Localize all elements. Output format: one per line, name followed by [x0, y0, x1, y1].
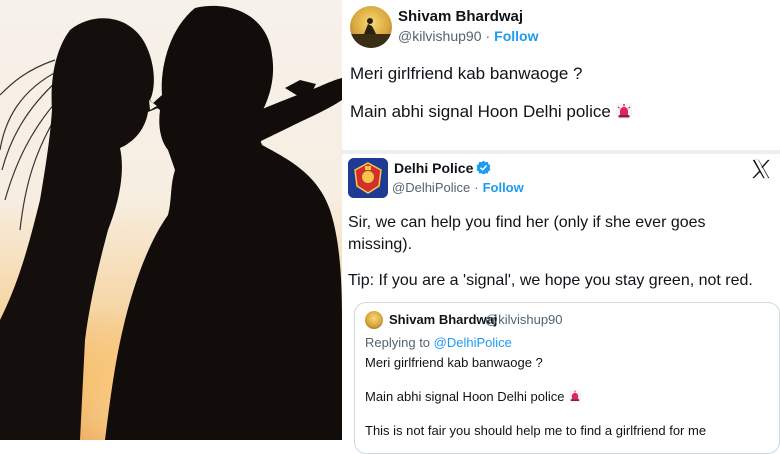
- separator-dot: ·: [474, 180, 479, 195]
- user-avatar[interactable]: [350, 6, 392, 48]
- tweet-line-2: Main abhi signal Hoon Delhi police: [350, 102, 633, 122]
- police-reply-line-1: Sir, we can help you find her (only if s…: [348, 214, 706, 231]
- police-reply-line-3: Tip: If you are a 'signal', we hope you …: [348, 272, 753, 289]
- quoted-line-1: Meri girlfriend kab banwaoge ?: [365, 355, 543, 370]
- quoted-line-3: This is not fair you should help me to f…: [365, 423, 707, 438]
- user-handle-row: @kilvishup90 · Follow: [398, 28, 538, 44]
- quoted-line-2: Main abhi signal Hoon Delhi police: [365, 389, 582, 404]
- police-reply-line-2: missing).: [348, 236, 413, 253]
- follow-button[interactable]: Follow: [483, 180, 524, 195]
- x-logo-icon[interactable]: [750, 158, 772, 180]
- tweet-line-1: Meri girlfriend kab banwaoge ?: [350, 64, 583, 83]
- quoted-user-avatar[interactable]: [365, 311, 383, 329]
- replying-to-line: Replying to @DelhiPolice: [365, 335, 512, 350]
- separator-dot: ·: [485, 28, 491, 44]
- siren-icon: [615, 103, 632, 119]
- police-name-row: Delhi Police: [394, 160, 491, 176]
- police-avatar[interactable]: [348, 158, 388, 198]
- couple-silhouette-image: [0, 5, 342, 440]
- replying-prefix: Replying to: [365, 335, 434, 350]
- siren-icon: [569, 389, 582, 403]
- police-reply-card[interactable]: Delhi Police @DelhiPolice · Follow Sir, we…: [342, 154, 780, 454]
- user-handle[interactable]: @kilvishup90: [398, 28, 481, 44]
- quoted-user-name[interactable]: Shivam Bhardwaj: [389, 312, 497, 327]
- quoted-tweet[interactable]: Shivam Bhardwaj @kilvishup90 Replying to…: [354, 302, 780, 454]
- quoted-user-handle[interactable]: @kilvishup90: [485, 312, 563, 327]
- quoted-line-2-text: Main abhi signal Hoon Delhi police: [365, 389, 565, 404]
- replying-to-link[interactable]: @DelhiPolice: [434, 335, 512, 350]
- sunset-rider-icon: [350, 18, 392, 48]
- follow-button[interactable]: Follow: [494, 28, 538, 44]
- user-name[interactable]: Shivam Bhardwaj: [398, 8, 523, 25]
- police-handle[interactable]: @DelhiPolice: [392, 180, 470, 195]
- police-handle-row: @DelhiPolice · Follow: [392, 180, 524, 195]
- police-badge-icon: [348, 158, 388, 198]
- police-name[interactable]: Delhi Police: [394, 160, 473, 176]
- tweet-line-2-text: Main abhi signal Hoon Delhi police: [350, 102, 611, 121]
- couple-silhouette-photo: [0, 0, 342, 440]
- verified-badge-icon: [476, 160, 491, 175]
- original-tweet-card[interactable]: Shivam Bhardwaj @kilvishup90 · Follow Meri…: [342, 0, 780, 150]
